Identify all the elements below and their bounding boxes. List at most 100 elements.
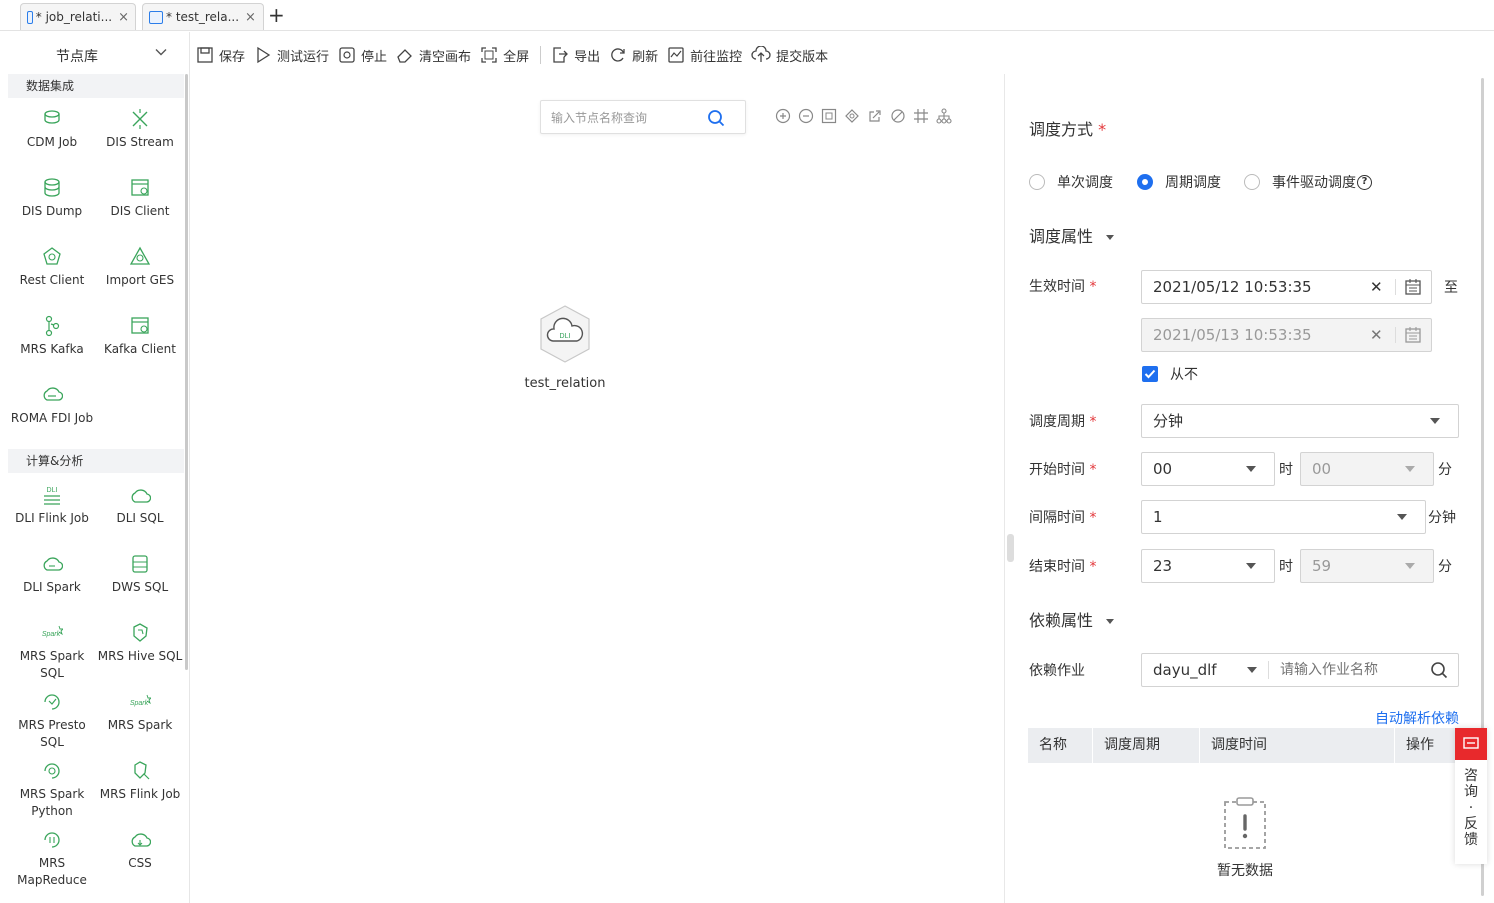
auto-parse-dependency-link[interactable]: 自动解析依赖 bbox=[1375, 708, 1459, 728]
node-kafka-client[interactable]: Kafka Client bbox=[96, 313, 184, 358]
node-dli-spark[interactable]: DLI Spark bbox=[8, 551, 96, 596]
clear-canvas-button[interactable]: 清空画布 bbox=[396, 46, 471, 65]
hour-unit: 时 bbox=[1279, 462, 1293, 478]
node-dli-flink[interactable]: DLI DLI Flink Job bbox=[8, 482, 96, 527]
start-minute-select[interactable]: 00 bbox=[1300, 452, 1434, 486]
node-dis-stream[interactable]: DIS Stream bbox=[96, 106, 184, 151]
effective-start-input[interactable]: 2021/05/12 10:53:35 ✕ bbox=[1141, 270, 1432, 304]
search-icon[interactable] bbox=[1430, 654, 1448, 686]
dropdown-caret-icon[interactable] bbox=[1247, 654, 1257, 686]
section-data-integration[interactable]: 数据集成 bbox=[8, 74, 184, 98]
interval-select[interactable]: 1 bbox=[1141, 500, 1426, 534]
stop-icon bbox=[339, 47, 355, 63]
node-mrs-kafka[interactable]: MRS Kafka bbox=[8, 313, 96, 358]
unlink-icon[interactable] bbox=[887, 106, 909, 126]
workflow-canvas[interactable]: DLI test_relation bbox=[192, 74, 1004, 903]
feedback-button[interactable]: 咨询 · 反馈 bbox=[1455, 728, 1487, 864]
empty-state: 暂无数据 bbox=[1205, 796, 1285, 880]
dependency-project-select[interactable]: dayu_dlf bbox=[1153, 661, 1217, 679]
node-search-input[interactable] bbox=[551, 108, 701, 128]
end-minute-select[interactable]: 59 bbox=[1300, 549, 1434, 583]
column-header[interactable]: 操作 bbox=[1395, 728, 1459, 763]
node-css[interactable]: CSS bbox=[96, 827, 184, 872]
grid-icon[interactable] bbox=[910, 106, 932, 126]
node-dis-client[interactable]: DIS Client bbox=[96, 175, 184, 220]
never-checkbox[interactable]: 从不 bbox=[1142, 364, 1198, 384]
radio-circle[interactable] bbox=[1244, 174, 1260, 190]
section-compute-analysis[interactable]: 计算&分析 bbox=[8, 449, 184, 473]
panel-resize-handle[interactable] bbox=[1007, 534, 1014, 562]
tab-close-icon[interactable]: × bbox=[245, 10, 256, 25]
column-header[interactable]: 调度时间 bbox=[1200, 728, 1395, 763]
interval-value: 1 bbox=[1153, 508, 1163, 526]
start-minute-value: 00 bbox=[1312, 460, 1332, 478]
node-library-header[interactable]: 节点库 bbox=[8, 32, 189, 74]
calendar-icon[interactable] bbox=[1404, 271, 1422, 303]
dependency-job-search-input[interactable] bbox=[1280, 660, 1410, 680]
node-mrs-presto[interactable]: MRS Presto SQL bbox=[8, 689, 96, 751]
help-icon[interactable]: ? bbox=[1357, 174, 1372, 190]
node-label: ROMA FDI Job bbox=[10, 411, 94, 425]
end-hour-select[interactable]: 23 bbox=[1141, 549, 1275, 583]
tab-close-icon[interactable]: × bbox=[118, 10, 129, 25]
link-icon[interactable] bbox=[864, 106, 886, 126]
minute-unit: 分 bbox=[1438, 559, 1452, 575]
node-mrs-mapreduce[interactable]: MRS MapReduce bbox=[8, 827, 96, 889]
test-run-button[interactable]: 测试运行 bbox=[254, 46, 329, 65]
save-button[interactable]: 保存 bbox=[196, 46, 245, 65]
fullscreen-label: 全屏 bbox=[503, 49, 530, 65]
node-mrs-spark-python[interactable]: MRS Spark Python bbox=[8, 758, 96, 820]
clear-icon[interactable]: ✕ bbox=[1370, 271, 1383, 303]
node-cdm[interactable]: CDM Job bbox=[8, 106, 96, 151]
node-dws-sql[interactable]: DWS SQL bbox=[96, 551, 184, 596]
start-hour-select[interactable]: 00 bbox=[1141, 452, 1275, 486]
search-icon[interactable] bbox=[707, 109, 725, 127]
tree-icon[interactable] bbox=[933, 106, 955, 126]
node-rest-client[interactable]: Rest Client bbox=[8, 244, 96, 289]
mrs-spark-python-icon bbox=[8, 758, 96, 782]
svg-text:DLI: DLI bbox=[47, 487, 58, 494]
zoom-in-icon[interactable] bbox=[772, 106, 794, 126]
stop-button[interactable]: 停止 bbox=[338, 46, 387, 65]
calendar-icon[interactable] bbox=[1404, 319, 1422, 351]
period-select[interactable]: 分钟 bbox=[1141, 404, 1459, 438]
goto-monitor-button[interactable]: 前往监控 bbox=[667, 46, 742, 65]
dependency-heading[interactable]: 依赖属性 bbox=[1029, 607, 1115, 631]
zoom-out-icon[interactable] bbox=[795, 106, 817, 126]
radio-circle[interactable] bbox=[1029, 174, 1045, 190]
node-mrs-spark-sql[interactable]: Spark MRS Spark SQL bbox=[8, 620, 96, 682]
layout-icon[interactable] bbox=[841, 106, 863, 126]
export-button[interactable]: 导出 bbox=[551, 46, 600, 65]
schedule-props-heading[interactable]: 调度属性 bbox=[1029, 223, 1115, 247]
clear-icon[interactable]: ✕ bbox=[1370, 319, 1383, 351]
node-dis-dump[interactable]: DIS Dump bbox=[8, 175, 96, 220]
radio-once[interactable]: 单次调度 bbox=[1029, 172, 1113, 192]
submit-version-button[interactable]: 提交版本 bbox=[751, 46, 828, 65]
node-import-ges[interactable]: Import GES bbox=[96, 244, 184, 289]
refresh-button[interactable]: 刷新 bbox=[609, 46, 658, 65]
node-library-scrollbar[interactable] bbox=[185, 74, 188, 670]
node-roma-fdi[interactable]: ROMA FDI Job bbox=[8, 382, 96, 427]
tab-test-relation[interactable]: * test_rela... × bbox=[142, 3, 264, 30]
node-mrs-flink[interactable]: MRS Flink Job bbox=[96, 758, 184, 803]
node-mrs-spark[interactable]: Spark MRS Spark bbox=[96, 689, 184, 734]
add-tab-icon[interactable]: + bbox=[268, 4, 285, 26]
fit-view-icon[interactable] bbox=[818, 106, 840, 126]
radio-periodic[interactable]: 周期调度 bbox=[1137, 172, 1221, 192]
radio-event-driven[interactable]: 事件驱动调度 ? bbox=[1244, 172, 1372, 192]
node-dli-sql[interactable]: DLI SQL bbox=[96, 482, 184, 527]
stop-label: 停止 bbox=[361, 49, 388, 65]
node-label: MRS Spark SQL bbox=[19, 649, 85, 680]
fullscreen-button[interactable]: 全屏 bbox=[480, 46, 529, 65]
chevron-down-icon[interactable] bbox=[154, 45, 168, 59]
checkbox-checked-icon[interactable] bbox=[1142, 366, 1158, 382]
column-header[interactable]: 名称 bbox=[1028, 728, 1093, 763]
tab-job-relation[interactable]: * job_relati... × bbox=[20, 3, 136, 30]
node-mrs-hive-sql[interactable]: MRS Hive SQL bbox=[96, 620, 184, 665]
column-header[interactable]: 调度周期 bbox=[1093, 728, 1200, 763]
dropdown-caret-icon bbox=[1405, 550, 1415, 582]
workflow-node-test-relation[interactable]: DLI test_relation bbox=[517, 304, 613, 391]
tab-label: * job_relati... bbox=[35, 10, 113, 24]
effective-end-input[interactable]: 2021/05/13 10:53:35 ✕ bbox=[1141, 318, 1432, 352]
radio-circle-selected[interactable] bbox=[1137, 174, 1153, 190]
